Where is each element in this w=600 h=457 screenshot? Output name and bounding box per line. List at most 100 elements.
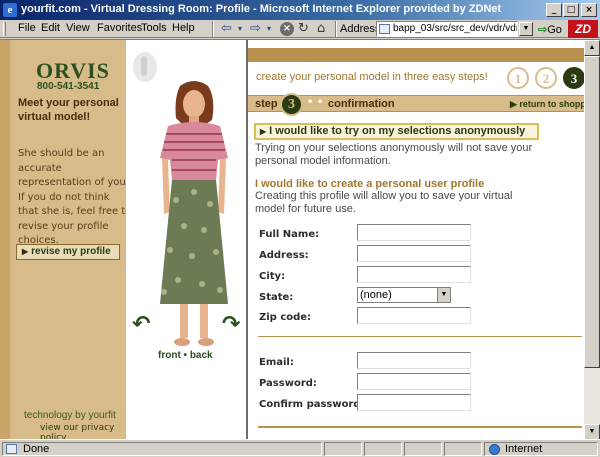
sidebar-description: She should be an accurate representation… xyxy=(18,148,132,246)
menu-tools[interactable]: Tools xyxy=(141,22,167,34)
virtual-model-figure xyxy=(160,81,228,346)
close-button[interactable]: × xyxy=(581,3,597,17)
state-select[interactable]: (none) ▼ xyxy=(357,287,451,303)
chevron-down-icon: ▼ xyxy=(437,288,450,302)
play-triangle-icon: ▶ xyxy=(22,247,29,256)
revise-profile-label: revise my profile xyxy=(31,246,111,257)
back-arrow-icon[interactable]: ⇦ xyxy=(221,21,232,37)
vertical-scrollbar[interactable]: ▲ ▼ xyxy=(584,40,600,439)
zdnet-logo: ZD xyxy=(568,20,598,38)
city-field[interactable] xyxy=(357,266,471,283)
security-zone: Internet xyxy=(484,442,598,456)
page-viewport: ORVIS 800-541-3541 Meet your personal vi… xyxy=(0,39,600,439)
email-label: Email: xyxy=(259,357,294,368)
status-text: Done xyxy=(23,443,50,455)
back-dropdown-icon[interactable]: ▾ xyxy=(238,21,242,37)
toolbar-separator xyxy=(212,21,214,37)
city-label: City: xyxy=(259,271,286,282)
ie-app-icon[interactable]: e xyxy=(3,3,17,17)
stop-icon[interactable]: × xyxy=(280,22,294,36)
scroll-up-icon[interactable]: ▲ xyxy=(584,40,600,56)
menu-favorites[interactable]: Favorites xyxy=(97,22,142,34)
try-anonymously-label: I would like to try on my selections ano… xyxy=(269,125,526,137)
page-icon xyxy=(379,24,390,34)
minimize-button[interactable]: _ xyxy=(546,3,562,17)
status-panel xyxy=(444,442,482,456)
step-label: step xyxy=(255,98,278,110)
maximize-button[interactable]: □ xyxy=(563,3,579,17)
menu-edit[interactable]: Edit xyxy=(41,22,60,34)
main-content: create your personal model in three easy… xyxy=(248,40,599,439)
forward-dropdown-icon[interactable]: ▾ xyxy=(267,21,271,37)
globe-icon xyxy=(489,444,500,455)
full-name-field[interactable] xyxy=(357,224,471,241)
address-label: Address xyxy=(340,23,381,35)
status-panel xyxy=(364,442,402,456)
section-divider xyxy=(258,336,582,337)
home-icon[interactable]: ⌂ xyxy=(317,21,325,36)
address-input[interactable]: bapp_03/src/src_dev/vdr/vdr.php xyxy=(376,21,518,37)
step-dots: • • xyxy=(307,97,324,108)
address-value: bapp_03/src/src_dev/vdr/vdr.php xyxy=(393,23,518,34)
status-panel xyxy=(404,442,442,456)
menu-bar: File Edit View Favorites Tools Help ⇦ ▾ … xyxy=(0,20,600,38)
password-label: Password: xyxy=(259,378,317,389)
go-button[interactable]: ⇨Go xyxy=(538,23,562,36)
refresh-icon[interactable]: ↻ xyxy=(298,21,309,36)
silhouette-icon xyxy=(133,52,157,82)
address-label: Address: xyxy=(259,250,309,261)
play-triangle-icon: ▶ xyxy=(260,127,267,136)
step-1-indicator[interactable]: 1 xyxy=(507,67,529,89)
privacy-policy-link[interactable]: view our privacy policy xyxy=(40,423,126,439)
go-arrow-icon: ⇨ xyxy=(538,24,548,36)
state-label: State: xyxy=(259,292,294,303)
go-label: Go xyxy=(547,24,562,36)
forward-arrow-icon[interactable]: ⇨ xyxy=(250,21,261,37)
revise-profile-button[interactable]: ▶ revise my profile xyxy=(16,244,120,260)
model-area: ↶ ↷ front • back xyxy=(126,40,248,439)
header-band xyxy=(248,48,584,62)
status-bar: Done Internet xyxy=(0,439,600,457)
confirm-password-label: Confirm password: xyxy=(259,399,365,410)
toolbar-grip[interactable] xyxy=(3,22,6,36)
menu-help[interactable]: Help xyxy=(172,22,195,34)
sidebar-heading: Meet your personal virtual model! xyxy=(18,97,119,123)
address-field[interactable] xyxy=(357,245,471,262)
confirm-password-field[interactable] xyxy=(357,394,471,411)
menu-file[interactable]: File xyxy=(18,22,36,34)
anonymous-note: Trying on your selections anonymously wi… xyxy=(255,142,533,167)
step-3-indicator[interactable]: 3 xyxy=(563,67,585,89)
status-panel xyxy=(324,442,362,456)
toolbar-separator xyxy=(335,21,337,37)
scrollbar-thumb[interactable] xyxy=(584,56,600,368)
page-headline: create your personal model in three easy… xyxy=(256,71,488,83)
play-triangle-icon: ▶ xyxy=(510,99,520,109)
email-field[interactable] xyxy=(357,352,471,369)
step-title: confirmation xyxy=(328,98,395,110)
create-profile-note: Creating this profile will allow you to … xyxy=(255,190,513,215)
try-anonymously-button[interactable]: ▶ I would like to try on my selections an… xyxy=(254,123,539,140)
zip-code-field[interactable] xyxy=(357,307,471,324)
rotate-left-icon[interactable]: ↶ xyxy=(132,312,150,337)
front-back-toggle[interactable]: front • back xyxy=(158,350,213,361)
state-selected-value: (none) xyxy=(360,289,392,301)
title-bar: e yourfit.com - Virtual Dressing Room: P… xyxy=(0,0,600,20)
phone-number: 800-541-3541 xyxy=(37,81,100,92)
step-bar: step 3 • • confirmation ▶ return to shop… xyxy=(248,93,599,116)
window-title: yourfit.com - Virtual Dressing Room: Pro… xyxy=(21,3,502,15)
rotate-right-icon[interactable]: ↷ xyxy=(222,312,240,337)
section-divider xyxy=(258,426,582,428)
scroll-down-icon[interactable]: ▼ xyxy=(584,424,600,439)
step-2-indicator[interactable]: 2 xyxy=(535,67,557,89)
full-name-label: Full Name: xyxy=(259,229,320,240)
create-profile-heading: I would like to create a personal user p… xyxy=(255,178,485,190)
zone-label: Internet xyxy=(505,443,543,455)
password-field[interactable] xyxy=(357,373,471,390)
current-step-number: 3 xyxy=(280,93,303,116)
tech-credit: technology by yourfit xyxy=(24,410,116,421)
zip-label: Zip code: xyxy=(259,312,312,323)
sidebar: ORVIS 800-541-3541 Meet your personal vi… xyxy=(0,40,131,439)
address-dropdown-icon[interactable]: ▼ xyxy=(519,22,533,36)
page-done-icon xyxy=(6,444,17,454)
menu-view[interactable]: View xyxy=(66,22,90,34)
